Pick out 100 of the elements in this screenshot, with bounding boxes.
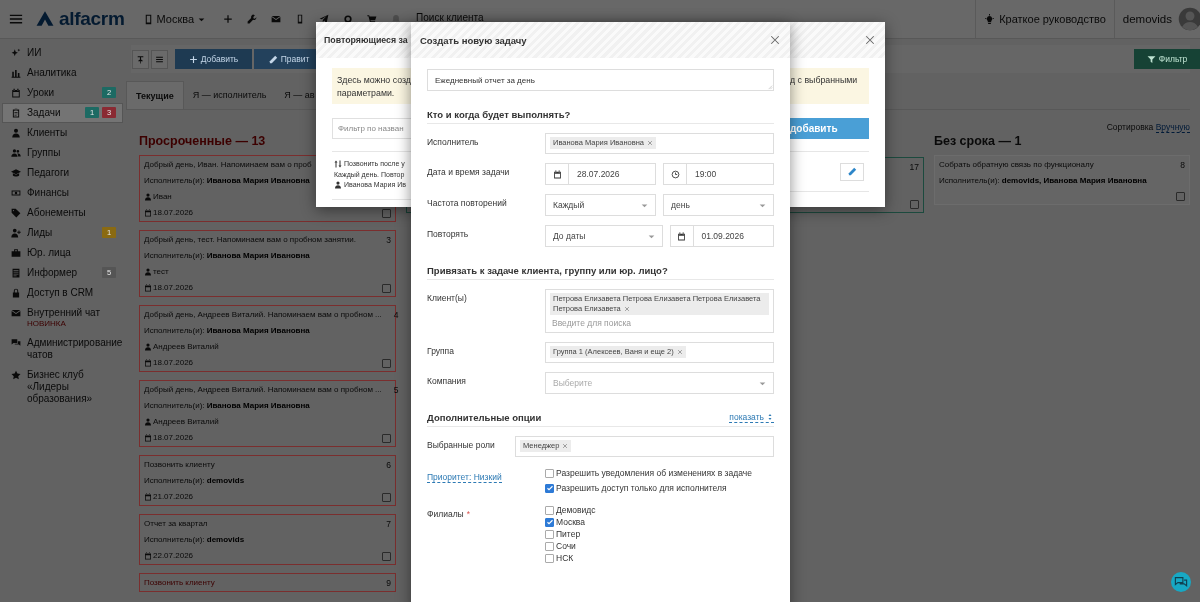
tab[interactable]: Текущие xyxy=(126,81,184,109)
checkbox-option[interactable]: Разрешить уведомления об изменениях в задаче xyxy=(545,468,774,478)
user-name[interactable]: demovids xyxy=(1122,13,1172,25)
task-checkbox[interactable] xyxy=(910,200,919,209)
description-field[interactable]: Ежедневный отчет за день xyxy=(427,69,774,91)
task-card[interactable]: Позвонить клиенту 6 Исполнитель(и): demovids 21.07.2026 xyxy=(139,455,396,506)
task-checkbox[interactable] xyxy=(382,283,391,293)
ring-icon[interactable] xyxy=(343,14,354,24)
remove-icon[interactable] xyxy=(623,306,630,312)
task-card[interactable]: Добрый день, Андреев Виталий. Напоминаем вам о пробном ... 5 Исполнитель(и): Иванова Мария Ивановна Андреев Виталий 18.07.2026 xyxy=(139,380,396,447)
calendar-icon xyxy=(144,493,152,501)
pin-icon[interactable] xyxy=(136,54,145,64)
sidebar-item[interactable]: Финансы xyxy=(2,183,123,203)
sidebar-item[interactable]: Группы xyxy=(2,143,123,163)
checkbox-option[interactable]: НСК xyxy=(545,553,774,563)
task-checkbox[interactable] xyxy=(1176,192,1185,201)
sidebar-label: Внутренний чат xyxy=(27,307,102,319)
task-card[interactable]: Добрый день, тест. Напоминаем вам о пробном занятии. 3 Исполнитель(и): Иванова Мария Ивановна тест 18.07.2026 xyxy=(139,230,396,297)
sparkle-icon xyxy=(11,48,21,58)
sidebar-item[interactable]: Юр. лица xyxy=(2,243,123,263)
remove-icon[interactable] xyxy=(647,140,653,146)
field-label: Филиалы xyxy=(427,509,464,519)
sidebar-item[interactable]: Внутренний чат НОВИНКА xyxy=(2,303,123,333)
bell-icon[interactable] xyxy=(391,14,402,24)
close-icon[interactable] xyxy=(769,34,781,46)
task-card[interactable]: Собрать обратную связь по функционалу 8 Исполнитель(и): demovids, Иванова Мария Ивановна xyxy=(934,155,1190,205)
column-title: Просроченные — 13 xyxy=(139,133,267,149)
task-card[interactable]: Отчет за квартал 7 Исполнитель(и): demovids 22.07.2026 xyxy=(139,514,396,565)
task-card[interactable]: Добрый день, Андреев Виталий. Напоминаем вам о пробном ... 4 Исполнитель(и): Иванова Мария Ивановна Андреев Виталий 18.07.2026 xyxy=(139,305,396,372)
checkbox[interactable] xyxy=(545,517,554,527)
wrench-icon[interactable] xyxy=(247,14,258,24)
filter-field[interactable]: Фильтр по назван xyxy=(332,118,411,139)
remove-icon[interactable] xyxy=(562,443,569,449)
menu-icon[interactable] xyxy=(9,12,23,26)
sidebar-item[interactable]: Доступ в CRM xyxy=(2,283,123,303)
checkbox-option[interactable]: Разрешить доступ только для исполнителя xyxy=(545,483,774,493)
column-title: Без срока — 1 xyxy=(934,133,1023,149)
checkbox[interactable] xyxy=(545,483,554,493)
priority-link[interactable]: Приоритет: Низкий xyxy=(427,472,502,483)
branch-dropdown[interactable]: Москва xyxy=(142,13,207,25)
show-link[interactable]: показать xyxy=(729,412,774,423)
assignee-text: Исполнитель(и): Иванова Мария Ивановна xyxy=(144,401,310,411)
sort-arrows-icon[interactable] xyxy=(334,160,342,169)
section-heading: Кто и когда будет выполнять? xyxy=(427,109,571,120)
date-field[interactable]: 28.07.2026 xyxy=(545,163,656,185)
sidebar-item[interactable]: Аналитика xyxy=(2,63,123,83)
sidebar-item[interactable]: Педагоги xyxy=(2,163,123,183)
checkbox[interactable] xyxy=(545,541,554,551)
task-checkbox[interactable] xyxy=(382,358,391,368)
pencil-icon xyxy=(268,54,278,64)
avatar-icon[interactable] xyxy=(1178,7,1200,31)
filter-button[interactable]: Фильтр xyxy=(1134,49,1200,69)
checkbox[interactable] xyxy=(545,468,554,478)
time-field[interactable]: 19:00 xyxy=(663,163,774,185)
search-field[interactable]: Поиск клиента xyxy=(416,10,517,24)
dropdown[interactable]: Каждый xyxy=(545,194,656,216)
sidebar-item[interactable]: Бизнес клуб «Лидеры образования» xyxy=(2,365,123,409)
add-button[interactable]: добавить xyxy=(790,118,869,139)
calendar-icon xyxy=(552,169,562,179)
sidebar-item[interactable]: Клиенты xyxy=(2,123,123,143)
close-icon[interactable] xyxy=(864,34,876,46)
envelope-icon[interactable] xyxy=(271,14,282,24)
checkbox-option[interactable]: Демовидс xyxy=(545,505,774,515)
task-title: Позвонить клиенту xyxy=(144,578,215,588)
task-checkbox[interactable] xyxy=(382,433,391,443)
task-checkbox[interactable] xyxy=(382,551,391,561)
checkbox-option[interactable]: Москва xyxy=(545,517,774,527)
plus-icon[interactable] xyxy=(223,14,234,24)
task-checkbox[interactable] xyxy=(382,208,391,218)
add-button[interactable]: Добавить xyxy=(175,49,252,69)
person-icon xyxy=(144,268,152,276)
resize-grip-icon[interactable] xyxy=(766,83,773,90)
notice-text: д с выбранными xyxy=(790,74,859,87)
task-number: 5 xyxy=(393,385,399,395)
checkbox[interactable] xyxy=(545,529,554,539)
tab[interactable]: Я — исполнитель xyxy=(183,81,276,109)
calendar-icon xyxy=(144,552,152,560)
field-label: Клиент(ы) xyxy=(427,292,468,305)
edit-button[interactable] xyxy=(840,162,864,181)
dropdown[interactable]: Выберите xyxy=(545,372,774,394)
date-field[interactable]: 01.09.2026 xyxy=(669,225,774,247)
checkbox[interactable] xyxy=(545,553,554,563)
paper-plane-icon[interactable] xyxy=(319,14,330,24)
chat-button-icon[interactable] xyxy=(1171,572,1191,592)
dropdown[interactable]: До даты xyxy=(545,225,663,247)
client-name: Иван xyxy=(153,192,172,202)
task-checkbox[interactable] xyxy=(382,492,391,502)
guide-link[interactable]: Краткое руководство xyxy=(975,0,1115,38)
checkbox-option[interactable]: Питер xyxy=(545,529,774,539)
sort-link[interactable]: Вручную xyxy=(1155,122,1190,133)
sidebar-item[interactable]: Администрирование чатов xyxy=(2,333,123,365)
sidebar-item[interactable]: Абонементы xyxy=(2,203,123,223)
task-card[interactable]: Позвонить клиенту 9 xyxy=(139,573,396,592)
sidebar-item[interactable]: ИИ xyxy=(2,43,123,63)
triangle-logo-icon xyxy=(35,10,55,28)
list-icon[interactable] xyxy=(155,54,164,64)
remove-icon[interactable] xyxy=(676,349,683,355)
checkbox[interactable] xyxy=(545,505,554,515)
dropdown[interactable]: день xyxy=(663,194,774,216)
checkbox-option[interactable]: Сочи xyxy=(545,541,774,551)
